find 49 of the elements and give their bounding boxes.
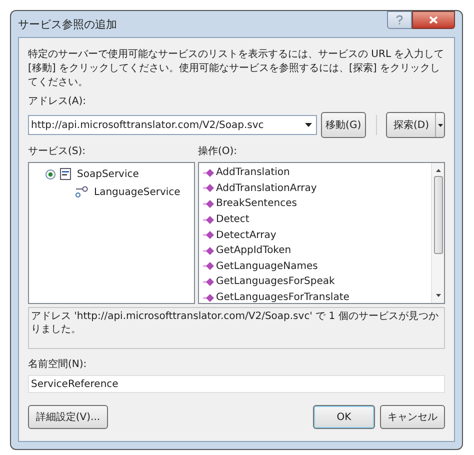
help-button[interactable] — [387, 11, 412, 29]
operation-item[interactable]: AddTranslationArray — [216, 180, 317, 196]
services-label: サービス(S): — [28, 145, 87, 159]
method-icon — [203, 246, 215, 256]
scroll-up-icon[interactable] — [436, 169, 440, 172]
scrollbar[interactable] — [431, 163, 444, 303]
cancel-button[interactable]: キャンセル — [380, 405, 445, 429]
operation-item[interactable]: GetLanguagesForSpeak — [216, 274, 335, 290]
dropdown-arrow-icon[interactable] — [438, 124, 442, 126]
interface-icon — [75, 186, 88, 198]
expanded-icon[interactable] — [45, 168, 56, 180]
namespace-label: 名前空間(N): — [28, 358, 88, 372]
method-icon — [203, 183, 215, 194]
dropdown-arrow-icon[interactable] — [305, 123, 312, 127]
method-icon — [203, 198, 215, 209]
instructions-text: 特定のサーバーで使用可能なサービスのリストを表示するには、サービスの URL を入力して [移動] をクリックしてください。使用可能なサービスを参照するには、[探索] をクリックしてください。 — [28, 48, 445, 90]
operation-item[interactable]: GetAppIdToken — [216, 243, 292, 258]
address-combobox[interactable]: http://api.microsofttranslator.com/V2/Soap.svc — [28, 115, 318, 135]
help-icon — [396, 15, 403, 25]
namespace-field[interactable]: ServiceReference — [28, 375, 445, 393]
operations-label: 操作(O): — [198, 145, 238, 159]
method-icon — [203, 276, 215, 287]
operation-item[interactable]: GetLanguageNames — [216, 258, 318, 274]
tree-item[interactable]: LanguageService — [92, 184, 182, 200]
scroll-down-icon[interactable] — [436, 294, 440, 297]
method-icon — [203, 214, 215, 225]
operation-item[interactable]: BreakSentences — [216, 196, 297, 212]
operation-item[interactable]: AddTranslation — [216, 165, 290, 180]
method-icon — [203, 230, 215, 240]
close-button[interactable] — [412, 11, 455, 29]
close-icon — [429, 16, 438, 24]
operation-item[interactable]: DetectArray — [216, 228, 276, 243]
method-icon — [203, 168, 215, 178]
method-icon — [203, 292, 215, 303]
method-icon — [203, 261, 215, 272]
service-icon — [60, 168, 71, 180]
ok-button[interactable]: OK — [313, 405, 375, 429]
services-tree[interactable]: SoapService LanguageService — [28, 162, 195, 304]
advanced-settings-button[interactable]: 詳細設定(V)... — [28, 405, 108, 429]
address-label: アドレス(A): — [28, 95, 88, 109]
operations-list[interactable]: AddTranslation AddTranslationArray BreakSentences Detect DetectArray GetAppIdToken GetLanguageNames GetLanguagesForSpeak GetLanguagesForTranslate — [198, 162, 445, 304]
scroll-thumb[interactable] — [434, 176, 442, 254]
discover-split-button[interactable]: 探索(D) — [386, 112, 445, 138]
status-text: アドレス 'http://api.microsofttranslator.com/V2/Soap.svc' で 1 個のサービスが見つかりました。 — [31, 310, 440, 336]
window-title: サービス参照の追加 — [18, 17, 117, 33]
go-button[interactable]: 移動(G) — [321, 112, 366, 138]
tree-item[interactable]: SoapService — [75, 166, 141, 182]
operation-item[interactable]: GetLanguagesForTranslate — [216, 290, 350, 303]
operation-item[interactable]: Detect — [216, 212, 250, 228]
